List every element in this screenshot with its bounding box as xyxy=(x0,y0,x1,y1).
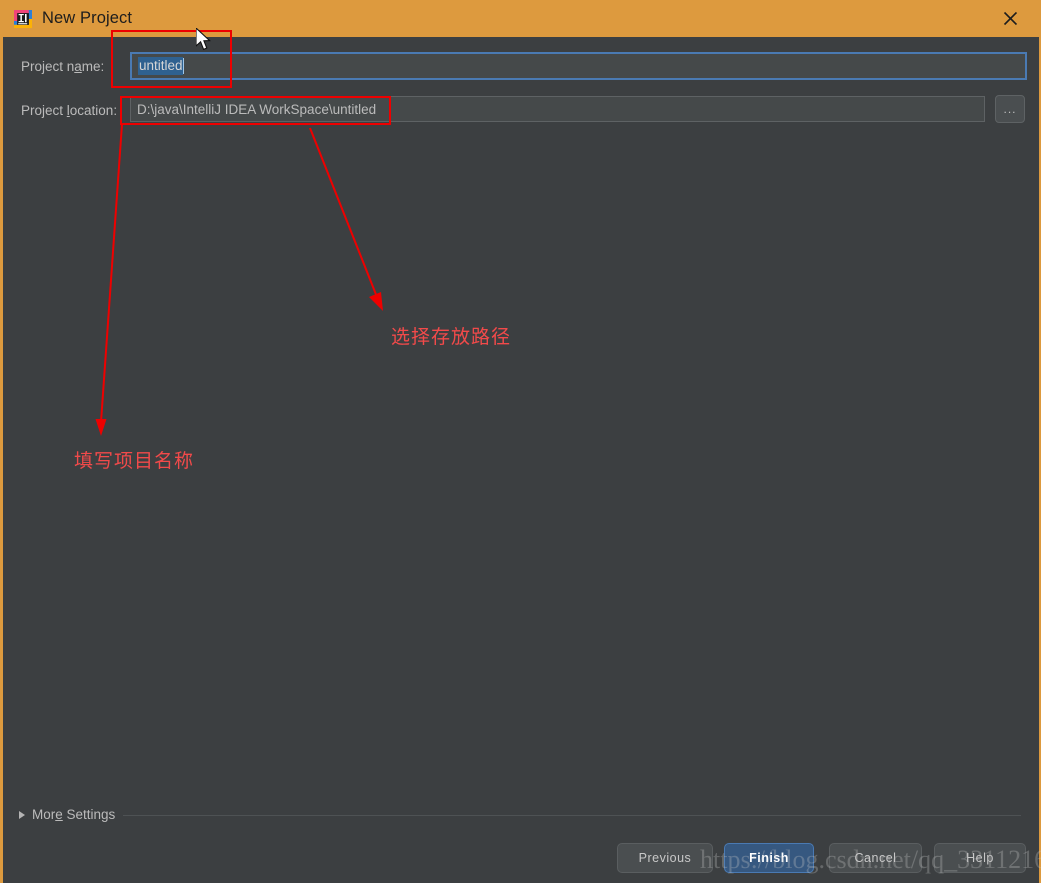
more-settings-toggle[interactable]: More Settings xyxy=(19,807,115,822)
more-settings-separator xyxy=(123,815,1021,816)
help-button[interactable]: Help xyxy=(934,843,1026,873)
intellij-idea-logo-icon xyxy=(14,9,32,28)
project-location-input[interactable]: D:\java\IntelliJ IDEA WorkSpace\untitled xyxy=(130,96,985,122)
project-name-label: Project name: xyxy=(21,59,105,74)
previous-button[interactable]: Previous xyxy=(617,843,713,873)
close-icon[interactable] xyxy=(987,0,1033,37)
finish-button[interactable]: Finish xyxy=(724,843,814,873)
project-name-value: untitled xyxy=(138,57,183,75)
previous-button-label: Previous xyxy=(638,851,692,865)
project-name-input[interactable]: untitled xyxy=(130,52,1027,80)
dialog-titlebar: New Project xyxy=(3,0,1039,37)
dialog-title: New Project xyxy=(42,9,133,27)
browse-location-button[interactable]: ... xyxy=(995,95,1025,123)
project-location-value: D:\java\IntelliJ IDEA WorkSpace\untitled xyxy=(137,101,377,117)
chevron-right-icon xyxy=(19,810,25,819)
more-settings-label: More Settings xyxy=(32,807,116,822)
help-button-label: Help xyxy=(966,851,994,865)
ellipsis-icon: ... xyxy=(1003,102,1017,116)
cancel-button-label: Cancel xyxy=(854,851,897,865)
finish-button-label: Finish xyxy=(749,851,789,865)
new-project-dialog: New Project Project name: untitled Proje… xyxy=(0,0,1041,883)
annotation-note-location: 选择存放路径 xyxy=(391,326,512,348)
cancel-button[interactable]: Cancel xyxy=(829,843,922,873)
dialog-button-bar: Previous Finish Cancel Help xyxy=(3,843,1039,883)
project-location-label: Project location: xyxy=(21,103,118,118)
text-caret xyxy=(182,58,184,74)
annotation-note-name: 填写项目名称 xyxy=(74,450,195,472)
